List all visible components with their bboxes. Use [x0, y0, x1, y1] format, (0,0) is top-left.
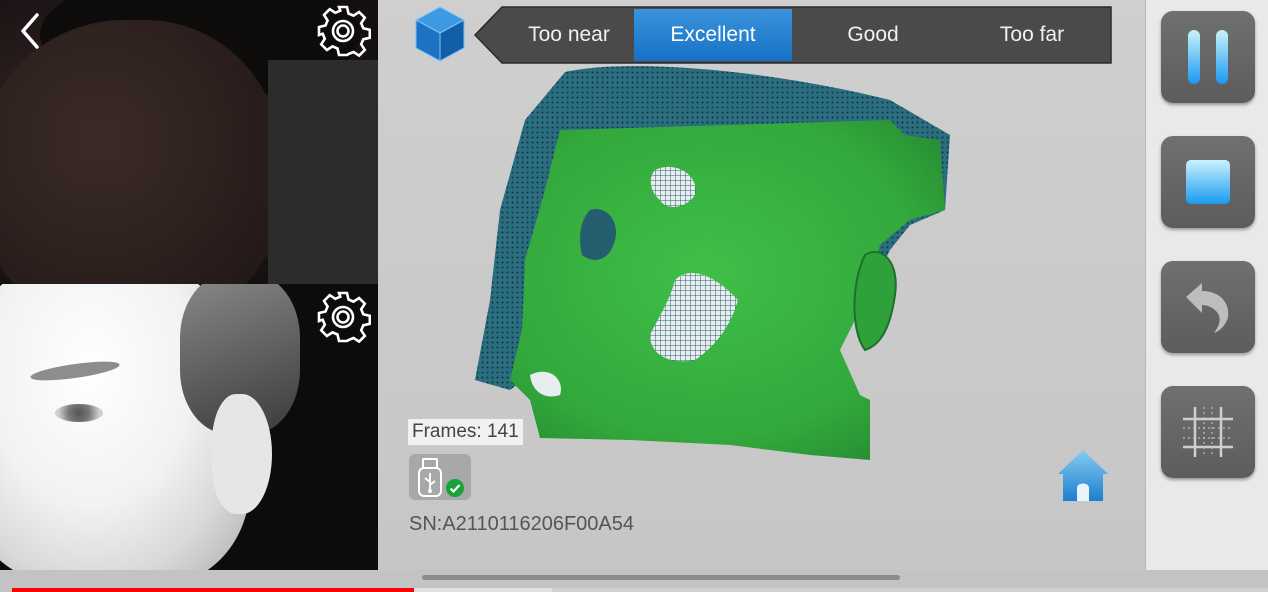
home-icon	[1058, 450, 1108, 501]
distance-option-too-far: Too far	[999, 23, 1065, 46]
camera-preview-panel	[0, 0, 378, 570]
scrollbar-thumb[interactable]	[422, 575, 900, 580]
infrared-camera-view	[0, 284, 378, 570]
video-progress-bar[interactable]	[12, 588, 1268, 592]
video-played-bar	[12, 588, 414, 592]
undo-button[interactable]	[1161, 261, 1255, 353]
home-button[interactable]	[1052, 444, 1114, 506]
usb-storage-button[interactable]	[409, 454, 471, 500]
check-circle-icon	[446, 479, 464, 497]
color-camera-view	[0, 0, 378, 284]
undo-icon	[1186, 283, 1229, 333]
distance-indicator: Too near Excellent Good Too far	[474, 6, 1112, 64]
distance-option-excellent: Excellent	[634, 9, 792, 61]
gear-icon	[317, 5, 371, 58]
chevron-left-icon	[21, 13, 39, 49]
color-camera-settings-button[interactable]	[314, 2, 372, 60]
back-button[interactable]	[6, 6, 54, 56]
device-serial-number: SN:A2110116206F00A54	[409, 513, 634, 535]
stop-icon	[1186, 160, 1230, 204]
distance-option-good: Good	[847, 23, 899, 46]
pause-icon	[1188, 30, 1228, 84]
frames-counter: Frames: 141	[408, 419, 523, 445]
cube-icon	[414, 6, 466, 62]
video-player-bar	[0, 570, 1268, 592]
scanned-head-mesh	[475, 66, 950, 460]
grid-icon	[1183, 407, 1233, 457]
gear-icon	[317, 291, 371, 344]
distance-option-too-near: Too near	[528, 23, 610, 46]
stop-scan-button[interactable]	[1161, 136, 1255, 228]
grid-view-button[interactable]	[1161, 386, 1255, 478]
infrared-camera-settings-button[interactable]	[314, 288, 372, 346]
pause-scan-button[interactable]	[1161, 11, 1255, 103]
